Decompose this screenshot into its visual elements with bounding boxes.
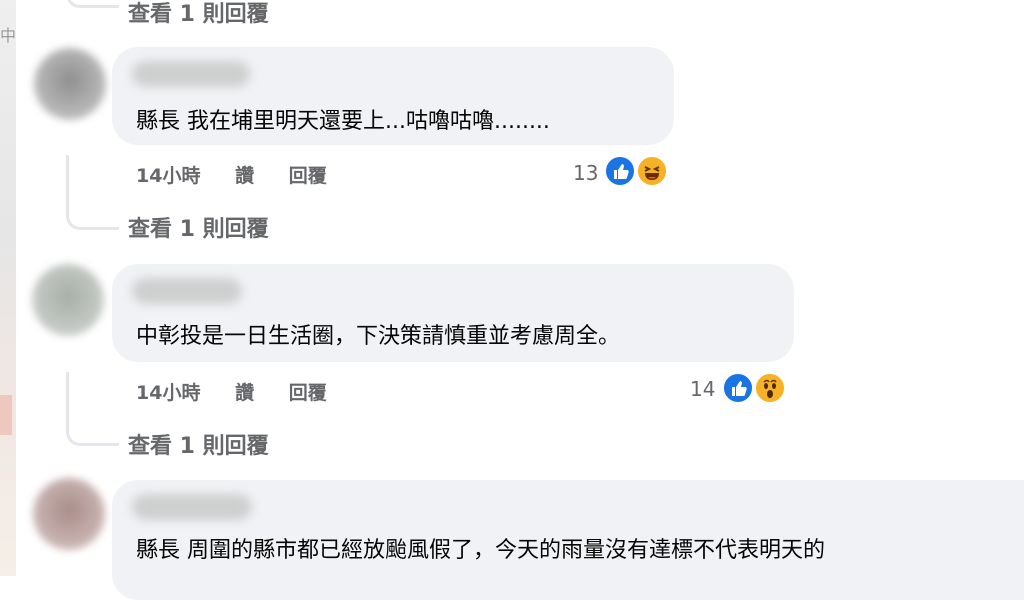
- comment-bubble: 中彰投是一日生活圈，下決策請慎重並考慮周全。: [112, 264, 794, 362]
- view-replies-link[interactable]: 查看 1 則回覆: [128, 0, 269, 28]
- wow-face-icon[interactable]: [754, 372, 786, 404]
- thread-line: [66, 0, 119, 8]
- reaction-count[interactable]: 13: [573, 161, 598, 185]
- comment-text: 中彰投是一日生活圈，下決策請慎重並考慮周全。: [136, 324, 621, 349]
- like-button[interactable]: 讚: [235, 378, 254, 405]
- commenter-name[interactable]: [132, 494, 252, 520]
- like-icon[interactable]: [604, 155, 636, 187]
- like-icon[interactable]: [722, 372, 754, 404]
- thread-line: [66, 155, 119, 230]
- reaction-count[interactable]: 14: [690, 377, 715, 401]
- avatar[interactable]: [33, 478, 105, 550]
- thread-line: [66, 372, 119, 446]
- comment-actions: 14小時 讚 回覆: [136, 161, 355, 188]
- comment-time: 14小時: [136, 165, 201, 187]
- comment-text: 縣長 我在埔里明天還要上...咕嚕咕嚕........: [136, 109, 550, 134]
- commenter-name[interactable]: [132, 278, 242, 304]
- comment-bubble: 縣長 我在埔里明天還要上...咕嚕咕嚕........: [112, 47, 674, 145]
- comment-time: 14小時: [136, 382, 201, 404]
- avatar[interactable]: [32, 264, 104, 336]
- edge-color-block: [0, 395, 12, 435]
- left-edge-strip: 中: [0, 0, 16, 576]
- reply-button[interactable]: 回覆: [289, 378, 327, 405]
- reply-button[interactable]: 回覆: [289, 161, 327, 188]
- avatar[interactable]: [34, 48, 106, 120]
- view-replies-link[interactable]: 查看 1 則回覆: [128, 428, 269, 460]
- view-replies-link[interactable]: 查看 1 則回覆: [128, 211, 269, 243]
- comment-actions: 14小時 讚 回覆: [136, 378, 355, 405]
- laughing-face-icon[interactable]: [636, 155, 668, 187]
- edge-glyph: 中: [0, 26, 17, 45]
- commenter-name[interactable]: [132, 61, 250, 87]
- like-button[interactable]: 讚: [235, 161, 254, 188]
- comment-bubble: 縣長 周圍的縣市都已經放颱風假了，今天的雨量沒有達標不代表明天的: [112, 480, 1024, 600]
- comment-text: 縣長 周圍的縣市都已經放颱風假了，今天的雨量沒有達標不代表明天的: [136, 538, 825, 563]
